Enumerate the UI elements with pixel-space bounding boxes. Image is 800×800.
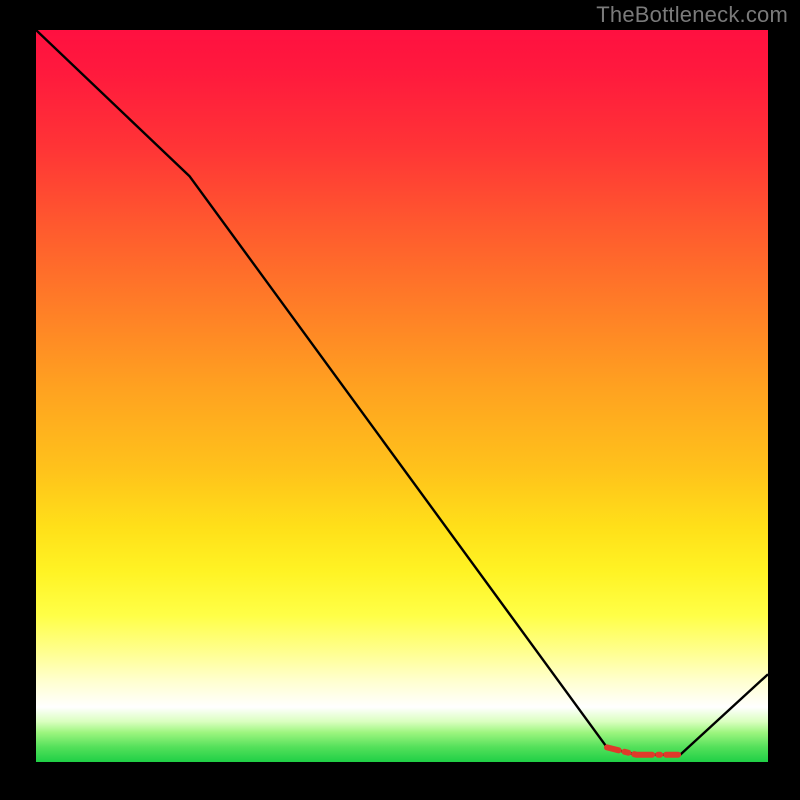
chart-overlay	[36, 30, 768, 762]
chart-container: TheBottleneck.com	[0, 0, 800, 800]
highlight-segment	[607, 747, 680, 754]
bottleneck-curve	[36, 30, 768, 755]
attribution-label: TheBottleneck.com	[596, 2, 788, 28]
plot-area	[36, 30, 768, 762]
